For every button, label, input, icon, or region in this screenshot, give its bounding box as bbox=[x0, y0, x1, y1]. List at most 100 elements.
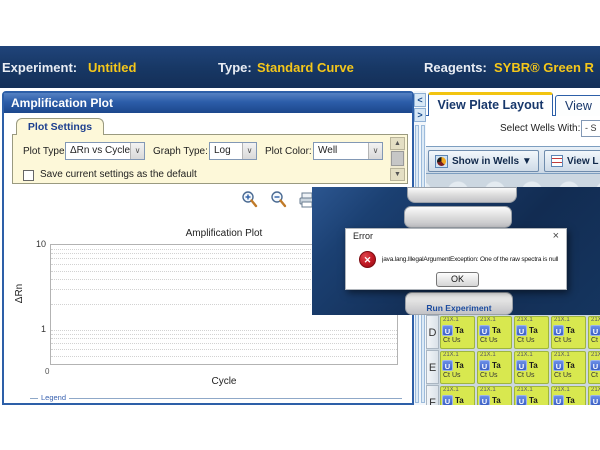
well-task-icon: U bbox=[553, 325, 564, 336]
plate-well[interactable]: 21X.1UTaCt Us bbox=[588, 316, 600, 349]
graph-type-select[interactable]: Log ∨ bbox=[209, 142, 257, 160]
save-default-label: Save current settings as the default bbox=[40, 169, 197, 180]
well-task-icon: U bbox=[590, 360, 600, 371]
show-in-wells-button[interactable]: Show in Wells ▼ bbox=[428, 150, 539, 172]
scroll-up-icon[interactable]: ▲ bbox=[390, 137, 405, 150]
plate-well[interactable]: 21X.1UTaCt Us bbox=[514, 386, 549, 405]
gridline bbox=[51, 338, 397, 339]
well-task-icon: U bbox=[516, 395, 527, 405]
ok-button[interactable]: OK bbox=[436, 272, 479, 287]
well-bottom-text: Ct Us bbox=[441, 337, 474, 344]
plate-well[interactable]: 21X.1UTaCt Us bbox=[551, 316, 586, 349]
well-bottom-text: Ct Us bbox=[589, 337, 600, 344]
well-main-row: UTa bbox=[478, 324, 511, 337]
plate-well[interactable]: 21X.1UTaCt Us bbox=[477, 351, 512, 384]
plate-well[interactable]: 21X.1UTaCt Us bbox=[514, 316, 549, 349]
select-wells-dropdown[interactable]: - S bbox=[581, 120, 600, 137]
plate-row-label[interactable]: E bbox=[426, 350, 439, 384]
graph-type-value: Log bbox=[214, 145, 231, 156]
well-main-row: UTa bbox=[552, 359, 585, 372]
expand-right-icon[interactable]: > bbox=[414, 108, 426, 122]
plate-well[interactable]: 21X.1UTaCt Us bbox=[440, 351, 475, 384]
well-sample-text: 21X.1 bbox=[478, 387, 511, 394]
plate-well[interactable]: 21X.1UTaCt Us bbox=[477, 386, 512, 405]
well-main-row: UTa bbox=[589, 359, 600, 372]
well-task-icon: U bbox=[516, 325, 527, 336]
tab-view-plate-layout[interactable]: View Plate Layout bbox=[428, 92, 553, 116]
well-sample-text: 21X.1 bbox=[589, 352, 600, 359]
plate-well[interactable]: 21X.1UTaCt Us bbox=[551, 386, 586, 405]
close-icon[interactable]: × bbox=[553, 230, 559, 242]
well-main-row: UTa bbox=[515, 359, 548, 372]
well-sample-text: 21X.1 bbox=[552, 387, 585, 394]
well-sample-text: 21X.1 bbox=[515, 387, 548, 394]
well-task-icon: U bbox=[442, 395, 453, 405]
well-task-icon: U bbox=[479, 360, 490, 371]
plate-well[interactable]: 21X.1UTaCt Us bbox=[588, 351, 600, 384]
x-tick-0: 0 bbox=[45, 367, 49, 376]
run-experiment-label: Run Experiment bbox=[406, 303, 512, 313]
y-tick-1: 1 bbox=[28, 324, 46, 334]
plate-well[interactable]: 21X.1UTaCt Us bbox=[551, 351, 586, 384]
plate-well[interactable]: 21X.1UTaCt Us bbox=[440, 316, 475, 349]
well-main-row: UTa bbox=[515, 324, 548, 337]
well-sample-text: 21X.1 bbox=[478, 317, 511, 324]
well-main-row: UTa bbox=[589, 324, 600, 337]
plot-color-select[interactable]: Well ∨ bbox=[313, 142, 383, 160]
plate-row-label[interactable]: F bbox=[426, 385, 439, 405]
settings-scrollbar[interactable]: ▲ ▼ bbox=[390, 137, 405, 181]
collapse-left-icon[interactable]: < bbox=[414, 93, 426, 107]
panel-title: Amplification Plot bbox=[4, 93, 412, 113]
gridline bbox=[51, 356, 397, 357]
well-sample-text: 21X.1 bbox=[515, 352, 548, 359]
plate-well[interactable]: 21X.1UTaCt Us bbox=[588, 386, 600, 405]
error-icon: ✕ bbox=[359, 251, 376, 268]
y-tick-10: 10 bbox=[28, 239, 46, 249]
well-main-row: UTa bbox=[552, 394, 585, 405]
scroll-down-icon[interactable]: ▼ bbox=[390, 168, 405, 181]
table-legend-icon bbox=[551, 155, 563, 167]
well-bottom-text: Ct Us bbox=[441, 372, 474, 379]
type-label: Type: bbox=[218, 60, 252, 75]
plate-well[interactable]: 21X.1UTaCt Us bbox=[440, 386, 475, 405]
show-in-wells-label: Show in Wells ▼ bbox=[452, 156, 532, 167]
well-bottom-text: Ct Us bbox=[552, 372, 585, 379]
run-menu-button-middle[interactable] bbox=[404, 206, 512, 228]
well-task-icon: U bbox=[590, 325, 600, 336]
well-bottom-text: Ct Us bbox=[478, 337, 511, 344]
plate-well[interactable]: 21X.1UTaCt Us bbox=[514, 351, 549, 384]
well-sample-text: 21X.1 bbox=[441, 317, 474, 324]
well-main-row: UTa bbox=[478, 359, 511, 372]
scrollbar-thumb[interactable] bbox=[391, 151, 404, 166]
error-dialog: Error × ✕ java.lang.IllegalArgumentExcep… bbox=[345, 228, 567, 290]
experiment-value: Untitled bbox=[88, 60, 136, 75]
well-sample-text: 21X.1 bbox=[441, 387, 474, 394]
tab-plot-settings[interactable]: Plot Settings bbox=[16, 118, 104, 135]
tab-view-well-table[interactable]: View bbox=[555, 95, 600, 116]
run-menu-button-top[interactable] bbox=[407, 187, 517, 203]
chevron-down-icon: ∨ bbox=[242, 143, 256, 159]
plate-toolbar: Show in Wells ▼ View L bbox=[426, 146, 600, 174]
well-task-icon: U bbox=[442, 325, 453, 336]
well-main-row: UTa bbox=[515, 394, 548, 405]
well-bottom-text: Ct Us bbox=[589, 372, 600, 379]
plot-type-select[interactable]: ΔRn vs Cycle ∨ bbox=[65, 142, 145, 160]
well-target-text: Ta bbox=[492, 396, 501, 405]
zoom-out-icon[interactable] bbox=[269, 190, 289, 210]
well-target-text: Ta bbox=[492, 326, 501, 335]
zoom-in-icon[interactable] bbox=[240, 190, 260, 210]
plate-well[interactable]: 21X.1UTaCt Us bbox=[477, 316, 512, 349]
well-sample-text: 21X.1 bbox=[515, 317, 548, 324]
well-main-row: UTa bbox=[441, 394, 474, 405]
well-main-row: UTa bbox=[441, 324, 474, 337]
plate-row-label[interactable]: D bbox=[426, 315, 439, 349]
well-target-text: Ta bbox=[529, 326, 538, 335]
legend-fieldset: Legend bbox=[30, 398, 402, 404]
save-default-checkbox[interactable] bbox=[23, 170, 34, 181]
well-target-text: Ta bbox=[492, 361, 501, 370]
plate-grid: D21X.1UTaCt Us21X.1UTaCt Us21X.1UTaCt Us… bbox=[426, 315, 600, 405]
well-main-row: UTa bbox=[589, 394, 600, 405]
view-legend-button[interactable]: View L bbox=[544, 150, 600, 172]
well-target-text: Ta bbox=[455, 361, 464, 370]
run-experiment-button[interactable]: Run Experiment bbox=[405, 292, 513, 315]
